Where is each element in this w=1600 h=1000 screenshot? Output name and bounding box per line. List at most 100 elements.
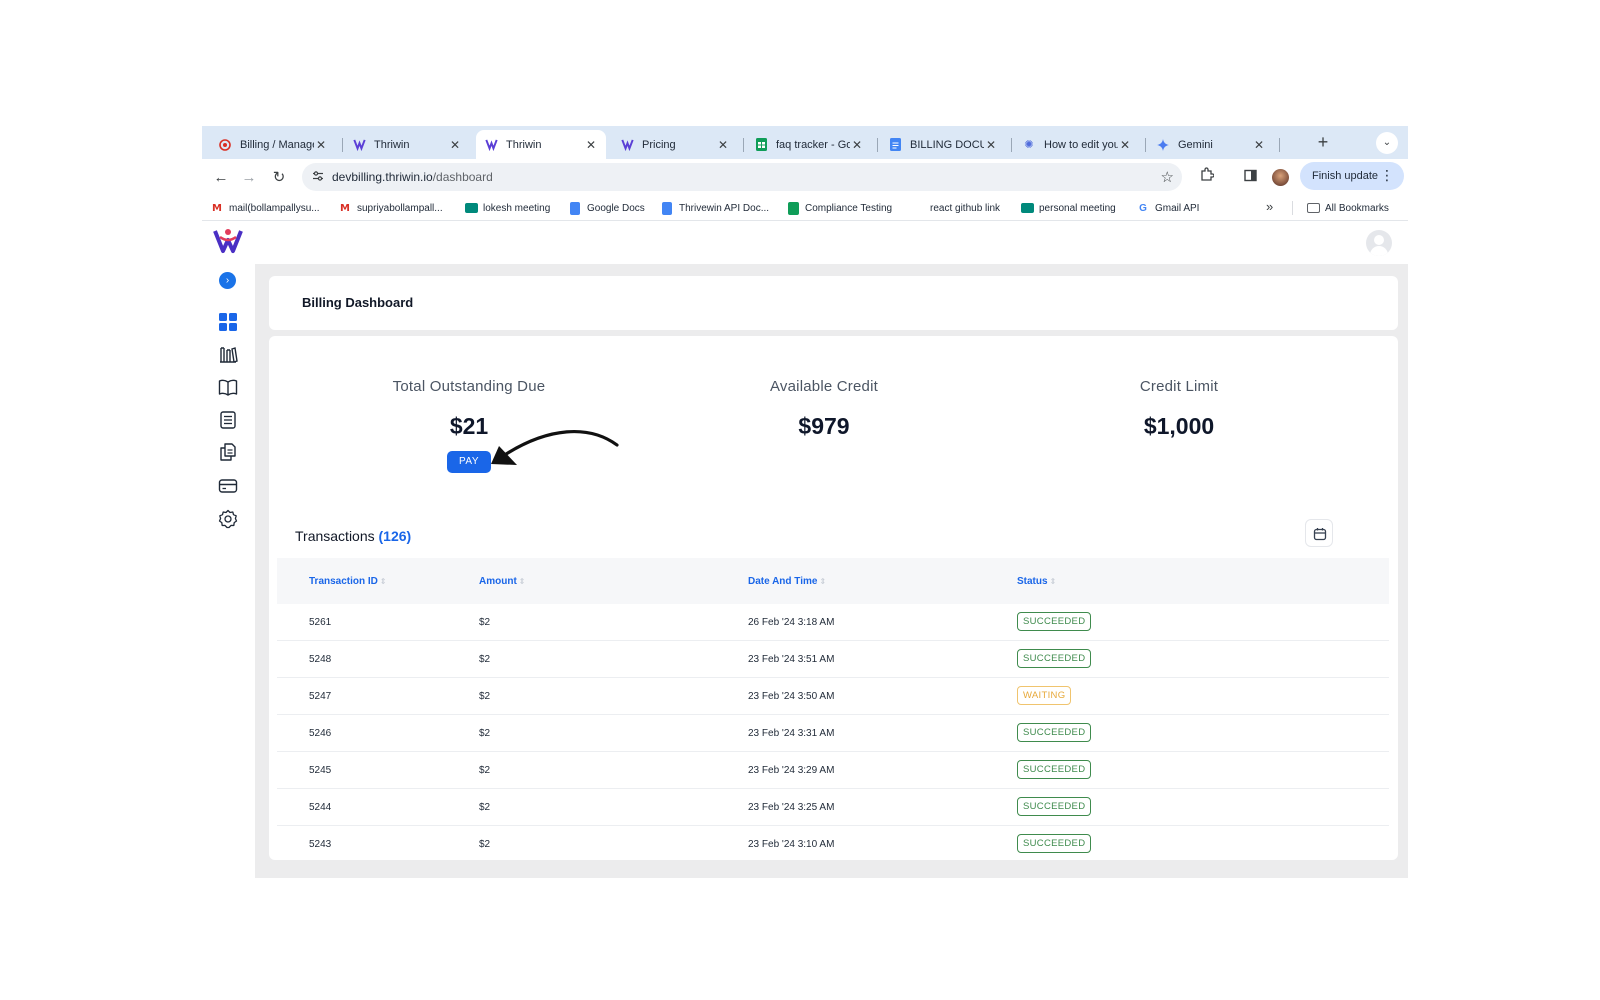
close-icon[interactable]: ✕ — [1118, 138, 1132, 152]
tab-gemini[interactable]: Gemini ✕ — [1148, 130, 1274, 159]
pay-button[interactable]: PAY — [447, 451, 491, 473]
reload-icon[interactable]: ↻ — [268, 167, 290, 189]
close-icon[interactable]: ✕ — [850, 138, 864, 152]
status-badge: SUCCEEDED — [1017, 834, 1092, 853]
tab-billing-manage[interactable]: Billing / Manage ✕ — [210, 130, 336, 159]
page-title: Billing Dashboard — [302, 295, 414, 310]
expand-sidebar-chevron-icon[interactable]: › — [219, 272, 236, 289]
dashboard-grid-icon[interactable] — [218, 312, 238, 332]
thriwin-logo-icon[interactable] — [212, 227, 244, 255]
tab-thriwin[interactable]: Thriwin ✕ — [344, 130, 470, 159]
billing-summary-card: Total Outstanding Due $21 PAY Available … — [269, 336, 1398, 860]
side-panel-icon[interactable] — [1240, 167, 1260, 187]
status-badge: SUCCEEDED — [1017, 723, 1092, 742]
close-icon[interactable]: ✕ — [448, 138, 462, 152]
table-row[interactable]: 5261 $2 26 Feb '24 3:18 AM SUCCEEDED — [277, 604, 1389, 641]
thriwin-logo-icon — [484, 138, 498, 152]
site-settings-icon[interactable] — [304, 170, 332, 185]
bookmark-item[interactable]: Thrivewin API Doc... — [660, 200, 769, 216]
bookmark-item[interactable]: Mmail(bollampallysu... — [210, 200, 320, 216]
status-badge: SUCCEEDED — [1017, 649, 1092, 668]
table-row[interactable]: 5247 $2 23 Feb '24 3:50 AM WAITING — [277, 678, 1389, 715]
close-icon[interactable]: ✕ — [1252, 138, 1266, 152]
extensions-icon[interactable] — [1196, 167, 1216, 187]
tab-billing-document[interactable]: BILLING DOCUM ✕ — [880, 130, 1006, 159]
address-bar[interactable]: devbilling.thriwin.io/dashboard ☆ — [302, 163, 1182, 191]
tab-thriwin-active[interactable]: Thriwin ✕ — [476, 130, 606, 159]
docs-icon — [660, 201, 674, 215]
sort-icon[interactable]: ⇕ — [1050, 577, 1057, 586]
transactions-heading: Transactions (126) — [295, 528, 412, 544]
status-badge: SUCCEEDED — [1017, 797, 1092, 816]
column-header-status[interactable]: Status ⇕ — [1017, 576, 1056, 587]
open-book-icon[interactable] — [218, 377, 238, 397]
bookmark-item[interactable]: personal meeting — [1020, 200, 1116, 216]
copy-documents-icon[interactable] — [218, 442, 238, 462]
table-row[interactable]: 5248 $2 23 Feb '24 3:51 AM SUCCEEDED — [277, 641, 1389, 678]
close-icon[interactable]: ✕ — [314, 138, 328, 152]
credit-card-icon[interactable] — [218, 476, 238, 496]
bookmark-item[interactable]: Google Docs — [568, 200, 645, 216]
back-arrow-icon[interactable]: ← — [210, 167, 232, 189]
page-header-card: Billing Dashboard — [269, 276, 1398, 330]
gemini-icon — [1156, 138, 1170, 152]
settings-gear-icon[interactable] — [218, 509, 238, 529]
sort-icon[interactable]: ⇕ — [519, 577, 526, 586]
new-tab-plus-icon[interactable]: + — [1313, 132, 1333, 153]
google-icon: G — [1139, 202, 1147, 214]
column-header-amount[interactable]: Amount ⇕ — [479, 576, 525, 587]
tab-search-chevron-icon[interactable]: ⌄ — [1376, 132, 1398, 154]
table-row[interactable]: 5243 $2 23 Feb '24 3:10 AM SUCCEEDED — [277, 826, 1389, 860]
transactions-table-header: Transaction ID ⇕ Amount ⇕ Date And Time ⇕ S… — [277, 558, 1389, 604]
tab-pricing[interactable]: Pricing ✕ — [612, 130, 738, 159]
gmail-icon: M — [212, 202, 222, 214]
gmail-icon: M — [340, 202, 350, 214]
thriwin-logo-icon — [620, 138, 634, 152]
forward-arrow-icon[interactable]: → — [238, 167, 260, 189]
bookmark-item[interactable]: react github link — [930, 200, 1000, 216]
kebab-menu-icon[interactable]: ⋮ — [1380, 168, 1394, 182]
bookmark-star-icon[interactable]: ☆ — [1161, 168, 1174, 186]
docs-icon — [888, 138, 902, 152]
status-badge: WAITING — [1017, 686, 1072, 705]
table-row[interactable]: 5246 $2 23 Feb '24 3:31 AM SUCCEEDED — [277, 715, 1389, 752]
column-header-transaction-id[interactable]: Transaction ID ⇕ — [309, 576, 387, 587]
billing-tab-icon — [218, 138, 232, 152]
library-books-icon[interactable] — [218, 344, 238, 364]
docs-icon — [568, 201, 582, 215]
user-avatar[interactable] — [1366, 230, 1392, 256]
table-row[interactable]: 5244 $2 23 Feb '24 3:25 AM SUCCEEDED — [277, 789, 1389, 826]
url-text: devbilling.thriwin.io/dashboard — [332, 170, 493, 184]
gear-icon: ✺ — [1024, 139, 1034, 151]
profile-avatar[interactable] — [1272, 169, 1289, 186]
bookmark-item[interactable]: lokesh meeting — [464, 200, 550, 216]
bookmark-item[interactable]: G Gmail API — [1136, 200, 1199, 216]
bookmarks-bar: Mmail(bollampallysu... Msupriyabollampal… — [202, 195, 1408, 221]
tab-divider — [743, 138, 744, 152]
tab-faq-tracker[interactable]: faq tracker - Go ✕ — [746, 130, 872, 159]
sort-icon[interactable]: ⇕ — [380, 577, 387, 586]
tab-how-to-edit[interactable]: ✺ How to edit your ✕ — [1014, 130, 1140, 159]
calendar-filter-button[interactable] — [1305, 519, 1333, 547]
tab-divider — [877, 138, 878, 152]
close-icon[interactable]: ✕ — [716, 138, 730, 152]
stat-available-credit: Available Credit $979 — [770, 378, 878, 439]
sidebar: › — [202, 222, 254, 878]
folder-icon — [1306, 201, 1320, 215]
column-header-date-time[interactable]: Date And Time ⇕ — [748, 576, 826, 587]
annotation-arrow — [491, 430, 619, 465]
browser-toolbar: ← → ↻ devbilling.thriwin.io/dashboard ☆ … — [202, 159, 1408, 195]
all-bookmarks[interactable]: All Bookmarks — [1306, 200, 1389, 216]
close-icon[interactable]: ✕ — [984, 138, 998, 152]
sort-icon[interactable]: ⇕ — [819, 577, 826, 586]
sheets-icon — [754, 138, 768, 152]
close-icon[interactable]: ✕ — [584, 138, 598, 152]
finish-update-button[interactable]: Finish update ⋮ — [1300, 162, 1404, 190]
content-area: Billing Dashboard Total Outstanding Due … — [255, 264, 1408, 878]
bookmark-item[interactable]: Compliance Testing — [786, 200, 892, 216]
list-document-icon[interactable] — [218, 410, 238, 430]
bookmark-item[interactable]: Msupriyabollampall... — [338, 200, 443, 216]
chevron-double-right-icon[interactable]: » — [1266, 199, 1273, 214]
table-row[interactable]: 5245 $2 23 Feb '24 3:29 AM SUCCEEDED — [277, 752, 1389, 789]
stat-credit-limit: Credit Limit $1,000 — [1139, 378, 1219, 439]
